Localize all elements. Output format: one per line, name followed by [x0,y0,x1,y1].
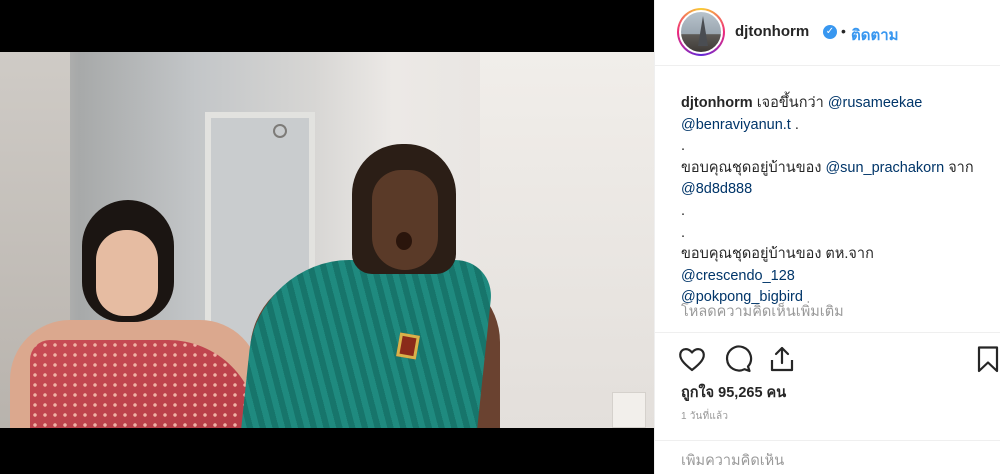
mention-link[interactable]: @8d8d888 [681,181,752,197]
mention-link[interactable]: @sun_prachakorn [825,160,944,176]
bookmark-icon[interactable] [973,344,1000,374]
comment-icon[interactable] [723,344,753,374]
post-media[interactable] [0,0,654,474]
likes-count[interactable]: ถูกใจ 95,265 คน [681,381,786,404]
mention-link[interactable]: @crescendo_128 [681,268,795,284]
person-left-face [96,230,158,316]
verified-badge-icon: ✓ [823,25,837,39]
follow-button[interactable]: ติดตาม [851,23,899,47]
mention-link[interactable]: @rusameekae [828,95,923,111]
scene-wall-right [480,52,654,428]
share-icon[interactable] [767,344,797,374]
scene-doorknob [273,124,287,138]
load-more-comments-button[interactable]: โหลดความคิดเห็นเพิ่มเติม [681,300,844,323]
caption-text: ขอบคุณชุดอยู่บ้านของ ตห.จาก [681,246,874,263]
caption-text: . [790,116,799,133]
header-username[interactable]: djtonhorm [735,23,809,40]
mention-link[interactable]: @benraviyanun.t [681,117,791,133]
post-header: djtonhorm ✓ • ติดตาม [655,0,1000,66]
avatar[interactable] [679,10,723,54]
heart-icon[interactable] [677,344,707,374]
person-right-face [372,170,438,270]
caption-text: ขอบคุณชุดอยู่บ้านของ [681,159,822,176]
eiffel-tower-icon [698,16,708,46]
person-right-mouth [396,232,412,250]
comment-bar [655,440,1000,474]
header-separator: • [841,23,846,39]
caption-dot: . [681,202,686,219]
post-actions: ถูกใจ 95,265 คน [655,332,1000,412]
avatar-story-ring[interactable] [677,8,725,56]
caption-author[interactable]: djtonhorm [681,95,753,111]
person-right-pendant [396,332,420,360]
caption-dot: . [681,224,686,241]
post-caption: djtonhorm เจอขึ้นกว่า @rusameekae @benra… [681,93,981,309]
video-frame[interactable] [0,52,654,428]
post-timestamp: 1 วันที่แล้ว [681,411,729,422]
caption-dot: . [681,138,686,155]
caption-text: จาก [948,159,974,176]
caption-intro: เจอขึ้นกว่า [756,95,824,111]
scene-switch [612,392,646,428]
post-sidebar: djtonhorm ✓ • ติดตาม djtonhorm เจอขึ้นกว… [654,0,1000,474]
comment-input[interactable] [681,453,981,469]
